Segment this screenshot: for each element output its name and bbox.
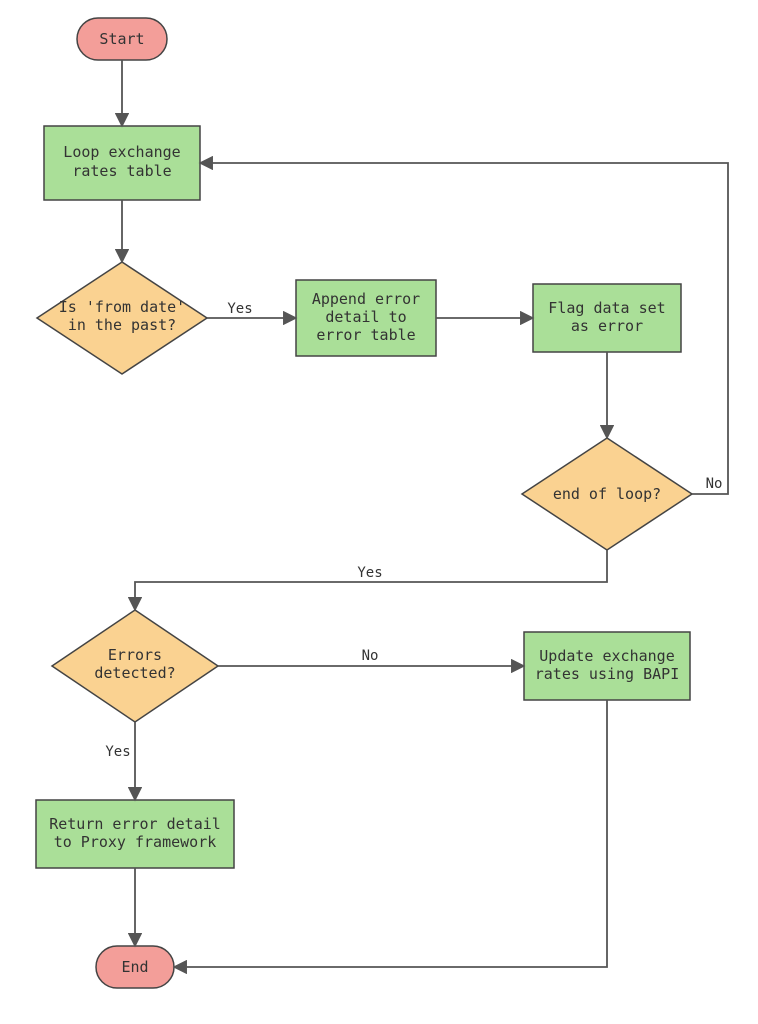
flowchart-canvas: Start Loop exchange rates table Is 'from…	[0, 0, 758, 1024]
node-check-date: Is 'from date' in the past?	[37, 262, 207, 374]
node-update-bapi-line2: rates using BAPI	[535, 665, 680, 683]
edge-endloop-yes-label: Yes	[357, 565, 382, 581]
node-loop-line1: Loop exchange	[63, 143, 180, 161]
node-loop: Loop exchange rates table	[44, 126, 200, 200]
node-append-error-line2: detail to	[325, 308, 406, 326]
node-end-of-loop-label: end of loop?	[553, 485, 661, 503]
node-loop-line2: rates table	[72, 162, 171, 180]
node-check-date-line1: Is 'from date'	[59, 298, 185, 316]
node-update-bapi: Update exchange rates using BAPI	[524, 632, 690, 700]
edge-errors-no-label: No	[362, 648, 379, 664]
node-start: Start	[77, 18, 167, 60]
node-append-error: Append error detail to error table	[296, 280, 436, 356]
node-end-of-loop: end of loop?	[522, 438, 692, 550]
node-append-error-line3: error table	[316, 326, 415, 344]
node-start-label: Start	[99, 30, 144, 48]
node-errors-detected-line2: detected?	[94, 664, 175, 682]
edge-endloop-no-label: No	[706, 476, 723, 492]
node-errors-detected: Errors detected?	[52, 610, 218, 722]
edge-update-to-end	[174, 700, 607, 967]
node-append-error-line1: Append error	[312, 290, 420, 308]
edge-check-yes-label: Yes	[227, 301, 252, 317]
node-return-error-line2: to Proxy framework	[54, 833, 217, 851]
node-return-error-line1: Return error detail	[49, 815, 221, 833]
node-errors-detected-line1: Errors	[108, 646, 162, 664]
node-flag-error-line1: Flag data set	[548, 299, 665, 317]
node-return-error: Return error detail to Proxy framework	[36, 800, 234, 868]
node-flag-error-line2: as error	[571, 317, 643, 335]
edge-errors-yes-label: Yes	[105, 744, 130, 760]
node-flag-error: Flag data set as error	[533, 284, 681, 352]
node-check-date-line2: in the past?	[68, 316, 176, 334]
node-end-label: End	[121, 958, 148, 976]
node-end: End	[96, 946, 174, 988]
node-update-bapi-line1: Update exchange	[539, 647, 674, 665]
